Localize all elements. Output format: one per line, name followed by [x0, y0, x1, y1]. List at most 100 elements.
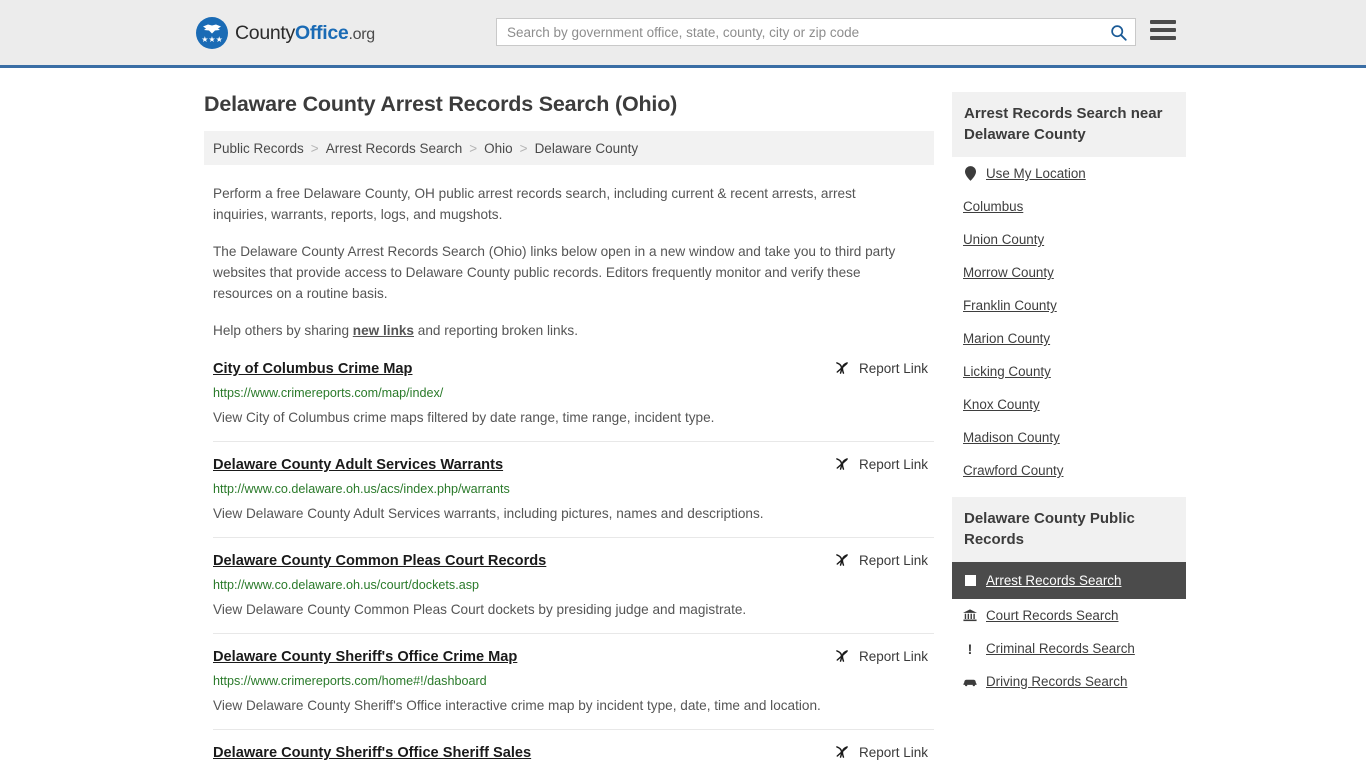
hamburger-menu-icon[interactable]: [1150, 18, 1176, 42]
sidebar-item-franklin-county[interactable]: Franklin County: [952, 289, 1186, 322]
hamburger-bar: [1150, 36, 1176, 40]
breadcrumb-item-ohio[interactable]: Ohio: [484, 141, 513, 156]
sidebar-link[interactable]: Driving Records Search: [986, 674, 1127, 689]
result-description: View Delaware County Adult Services warr…: [213, 506, 764, 521]
report-link-label: Report Link: [858, 552, 928, 568]
sidebar-link[interactable]: Union County: [963, 232, 1044, 247]
sidebar-item-criminal-records-search[interactable]: ! Criminal Records Search: [952, 632, 1186, 665]
sidebar-link[interactable]: Knox County: [963, 397, 1040, 412]
report-link-button[interactable]: Report Link: [834, 648, 934, 664]
share-text-before: Help others by sharing: [213, 323, 353, 338]
broken-link-icon: [836, 458, 848, 470]
square-icon: [963, 575, 977, 586]
result-title-link[interactable]: Delaware County Sheriff's Office Crime M…: [213, 647, 517, 667]
brand-part-org: .org: [348, 25, 375, 43]
breadcrumb-separator: >: [310, 140, 319, 156]
sidebar-link[interactable]: Arrest Records Search: [986, 573, 1121, 588]
broken-link-icon: [836, 650, 848, 662]
sidebar-item-licking-county[interactable]: Licking County: [952, 355, 1186, 388]
public-records-panel-heading: Delaware County Public Records: [952, 497, 1186, 562]
result-title-link[interactable]: City of Columbus Crime Map: [213, 359, 412, 379]
search-input[interactable]: [497, 19, 1101, 45]
public-records-list: Arrest Records Search Court Records Sear…: [952, 562, 1186, 698]
car-icon: [963, 677, 977, 687]
page-description: Perform a free Delaware County, OH publi…: [213, 183, 913, 341]
sidebar-link[interactable]: Morrow County: [963, 265, 1054, 280]
eagle-seal-icon: ★★★: [196, 17, 228, 49]
nearby-panel-heading: Arrest Records Search near Delaware Coun…: [952, 92, 1186, 157]
hamburger-bar: [1150, 28, 1176, 32]
breadcrumb-item-public-records[interactable]: Public Records: [213, 141, 304, 156]
main-content: Delaware County Arrest Records Search (O…: [204, 68, 934, 768]
sidebar-item-use-my-location[interactable]: Use My Location: [952, 157, 1186, 190]
result-url: https://www.crimereports.com/map/index/: [213, 386, 444, 400]
sidebar-link[interactable]: Criminal Records Search: [986, 641, 1135, 656]
result-item: Delaware County Sheriff's Office Crime M…: [213, 633, 934, 729]
result-title-link[interactable]: Delaware County Sheriff's Office Sheriff…: [213, 743, 531, 763]
broken-link-icon: [836, 746, 848, 758]
description-paragraph-3: Help others by sharing new links and rep…: [213, 320, 913, 341]
sidebar-link[interactable]: Licking County: [963, 364, 1051, 379]
page-body: Delaware County Arrest Records Search (O…: [0, 68, 1366, 768]
page-title: Delaware County Arrest Records Search (O…: [204, 92, 678, 116]
sidebar-item-marion-county[interactable]: Marion County: [952, 322, 1186, 355]
eagle-glyph: [203, 24, 221, 34]
courthouse-icon: [963, 609, 977, 622]
result-url: https://www.crimereports.com/home#!/dash…: [213, 674, 487, 688]
result-url: http://www.co.delaware.oh.us/court/docke…: [213, 578, 480, 592]
sidebar-item-morrow-county[interactable]: Morrow County: [952, 256, 1186, 289]
sidebar-item-madison-county[interactable]: Madison County: [952, 421, 1186, 454]
search-icon: [1110, 24, 1127, 41]
sidebar-item-arrest-records-search[interactable]: Arrest Records Search: [952, 562, 1186, 599]
sidebar-link[interactable]: Court Records Search: [986, 608, 1118, 623]
report-link-button[interactable]: Report Link: [834, 360, 934, 376]
report-link-button[interactable]: Report Link: [834, 744, 934, 760]
broken-link-icon: [836, 362, 848, 374]
results-list: City of Columbus Crime Map Report Link h…: [213, 357, 934, 768]
result-item: Delaware County Common Pleas Court Recor…: [213, 537, 934, 633]
description-paragraph-2: The Delaware County Arrest Records Searc…: [213, 244, 896, 301]
sidebar-item-driving-records-search[interactable]: Driving Records Search: [952, 665, 1186, 698]
sidebar-item-union-county[interactable]: Union County: [952, 223, 1186, 256]
broken-link-icon: [836, 554, 848, 566]
result-title-link[interactable]: Delaware County Adult Services Warrants: [213, 455, 503, 475]
map-pin-icon: [963, 166, 977, 181]
breadcrumb-separator: >: [469, 140, 478, 156]
hamburger-bar: [1150, 20, 1176, 24]
sidebar-link[interactable]: Franklin County: [963, 298, 1057, 313]
sidebar-link[interactable]: Crawford County: [963, 463, 1063, 478]
report-link-label: Report Link: [858, 360, 928, 376]
report-link-button[interactable]: Report Link: [834, 456, 934, 472]
result-item: Delaware County Adult Services Warrants …: [213, 441, 934, 537]
breadcrumb-item-arrest-records-search[interactable]: Arrest Records Search: [326, 141, 463, 156]
result-url: http://www.co.delaware.oh.us/acs/index.p…: [213, 482, 510, 496]
sidebar-item-knox-county[interactable]: Knox County: [952, 388, 1186, 421]
site-header: ★★★ CountyOffice.org: [0, 0, 1366, 68]
sidebar: Arrest Records Search near Delaware Coun…: [952, 92, 1186, 768]
result-title-link[interactable]: Delaware County Common Pleas Court Recor…: [213, 551, 546, 571]
new-links-link[interactable]: new links: [353, 323, 414, 338]
search-button[interactable]: [1101, 19, 1135, 45]
result-item: Delaware County Sheriff's Office Sheriff…: [213, 729, 934, 768]
report-link-label: Report Link: [858, 744, 928, 760]
report-link-label: Report Link: [858, 648, 928, 664]
description-paragraph-1: Perform a free Delaware County, OH publi…: [213, 186, 856, 222]
sidebar-link[interactable]: Marion County: [963, 331, 1050, 346]
share-text-after: and reporting broken links.: [414, 323, 578, 338]
site-logo[interactable]: ★★★ CountyOffice.org: [196, 17, 375, 49]
sidebar-link[interactable]: Use My Location: [986, 166, 1086, 181]
public-records-panel: Delaware County Public Records Arrest Re…: [952, 497, 1186, 698]
report-link-label: Report Link: [858, 456, 928, 472]
breadcrumb: Public Records > Arrest Records Search >…: [204, 131, 934, 165]
breadcrumb-separator: >: [519, 140, 528, 156]
nearby-panel: Arrest Records Search near Delaware Coun…: [952, 92, 1186, 487]
result-description: View Delaware County Sheriff's Office in…: [213, 698, 821, 713]
sidebar-link[interactable]: Columbus: [963, 199, 1023, 214]
breadcrumb-item-delaware-county[interactable]: Delaware County: [535, 141, 639, 156]
sidebar-item-court-records-search[interactable]: Court Records Search: [952, 599, 1186, 632]
sidebar-item-crawford-county[interactable]: Crawford County: [952, 454, 1186, 487]
sidebar-link[interactable]: Madison County: [963, 430, 1060, 445]
search-bar: [496, 18, 1136, 46]
report-link-button[interactable]: Report Link: [834, 552, 934, 568]
sidebar-item-columbus[interactable]: Columbus: [952, 190, 1186, 223]
